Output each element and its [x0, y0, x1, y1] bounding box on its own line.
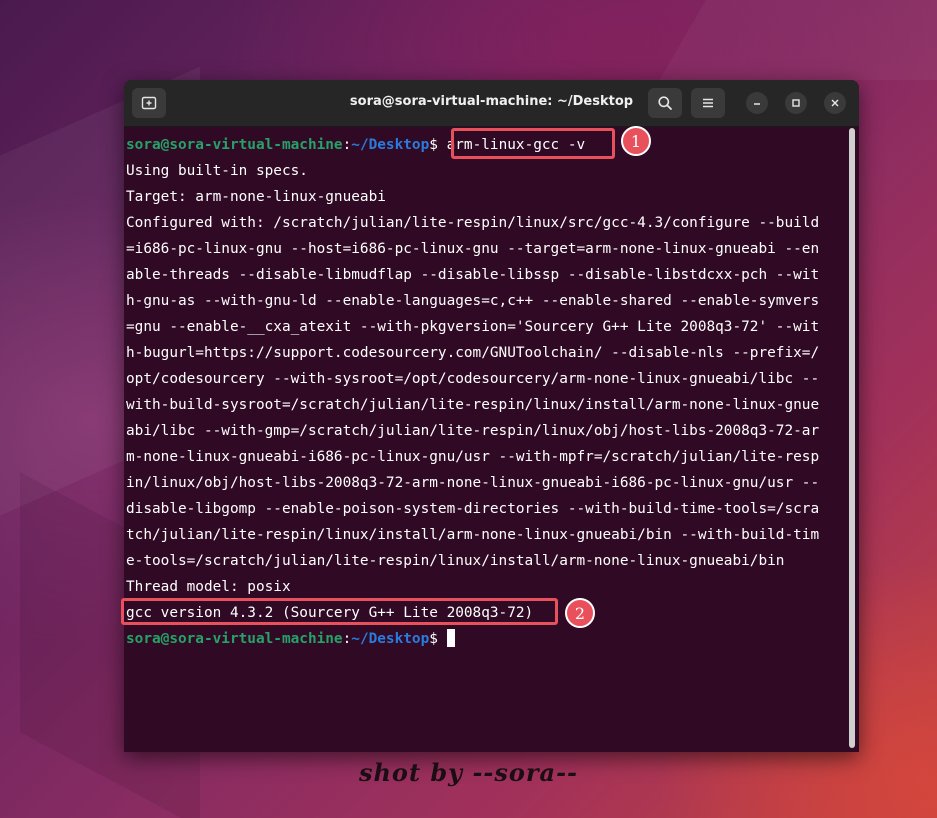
search-icon	[658, 96, 672, 110]
annotation-badge-1: 1	[621, 126, 651, 156]
prompt-line: sora@sora-virtual-machine:~/Desktop$	[126, 626, 848, 652]
prompt-colon: :	[342, 631, 352, 647]
prompt-colon: :	[342, 137, 352, 153]
text-cursor	[446, 628, 455, 647]
terminal-output[interactable]: sora@sora-virtual-machine:~/Desktop$ arm…	[126, 132, 848, 652]
output-line: h-gnu-as --with-gnu-ld --enable-language…	[126, 293, 820, 309]
output-line: opt/codesourcery --with-sysroot=/opt/cod…	[126, 371, 820, 387]
wallpaper-shape	[659, 0, 937, 80]
title-bar: sora@sora-virtual-machine: ~/Desktop	[124, 80, 859, 127]
window-title: sora@sora-virtual-machine: ~/Desktop	[349, 94, 634, 109]
prompt-path: ~/Desktop	[351, 631, 430, 647]
output-line: Using built-in specs.	[126, 163, 308, 179]
maximize-icon	[792, 99, 800, 107]
maximize-button[interactable]	[785, 92, 807, 114]
output-line: with-build-sysroot=/scratch/julian/lite-…	[126, 397, 820, 413]
output-line: disable-libgomp --enable-poison-system-d…	[126, 501, 820, 517]
output-line: =i686-pc-linux-gnu --host=i686-pc-linux-…	[126, 241, 820, 257]
close-button[interactable]	[824, 92, 846, 114]
minimize-button[interactable]	[746, 92, 768, 114]
terminal-window: sora@sora-virtual-machine: ~/Desktop sor…	[124, 80, 859, 752]
new-tab-button[interactable]	[132, 88, 166, 118]
command-highlight-box	[451, 128, 615, 159]
prompt-user-host: sora@sora-virtual-machine	[126, 137, 343, 153]
output-line: m-none-linux-gnueabi-i686-pc-linux-gnu/u…	[126, 449, 820, 465]
output-line: abi/libc --with-gmp=/scratch/julian/lite…	[126, 423, 820, 439]
search-button[interactable]	[648, 88, 682, 118]
output-line: =gnu --enable-__cxa_atexit --with-pkgver…	[126, 319, 820, 335]
prompt-dollar: $	[429, 631, 447, 647]
output-line: in/linux/obj/host-libs-2008q3-72-arm-non…	[126, 475, 820, 491]
scrollbar[interactable]	[849, 128, 855, 748]
annotation-badge-2: 2	[565, 598, 595, 628]
close-icon	[831, 99, 839, 107]
output-line: tch/julian/lite-respin/linux/install/arm…	[126, 527, 820, 543]
prompt-dollar: $	[429, 137, 447, 153]
output-line: Configured with: /scratch/julian/lite-re…	[126, 215, 820, 231]
output-line: able-threads --disable-libmudflap --disa…	[126, 267, 820, 283]
version-highlight-box	[121, 598, 558, 625]
output-line: Thread model: posix	[126, 579, 291, 595]
signature-text: shot by --sora--	[358, 758, 579, 787]
output-line: e-tools=/scratch/julian/lite-respin/linu…	[126, 553, 785, 569]
minimize-icon	[754, 103, 760, 105]
prompt-path: ~/Desktop	[351, 137, 430, 153]
new-tab-icon	[141, 96, 157, 110]
hamburger-menu-icon	[703, 98, 713, 108]
menu-button[interactable]	[691, 88, 725, 118]
prompt-user-host: sora@sora-virtual-machine	[126, 631, 343, 647]
output-line: h-bugurl=https://support.codesourcery.co…	[126, 345, 820, 361]
output-line: Target: arm-none-linux-gnueabi	[126, 189, 386, 205]
